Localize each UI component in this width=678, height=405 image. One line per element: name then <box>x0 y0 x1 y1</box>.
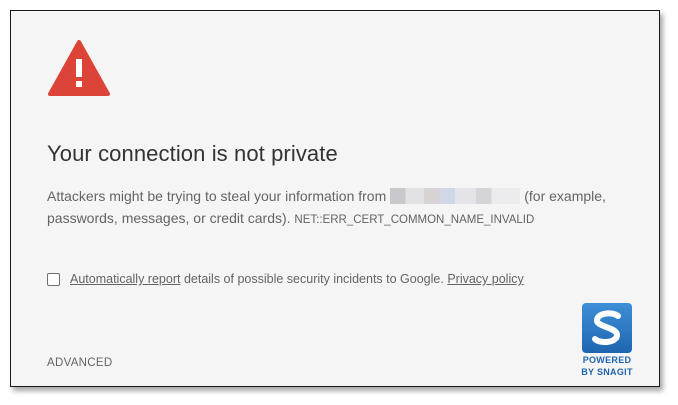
redacted-hostname <box>390 188 521 204</box>
report-checkbox[interactable] <box>47 272 60 286</box>
advanced-button[interactable]: ADVANCED <box>47 357 112 369</box>
snagit-caption-line2: BY SNAGIT <box>581 367 633 377</box>
warning-triangle-icon <box>48 40 110 96</box>
error-code: NET::ERR_CERT_COMMON_NAME_INVALID <box>294 214 535 226</box>
report-link[interactable]: Automatically report <box>70 272 180 286</box>
snagit-logo-icon <box>582 303 632 353</box>
report-text: details of possible security incidents t… <box>183 272 444 286</box>
explanation-text: Attackers might be trying to steal your … <box>47 188 387 204</box>
snagit-caption-line1: POWERED <box>582 355 632 365</box>
snagit-watermark: POWERED BY SNAGIT <box>581 303 633 377</box>
privacy-policy-link[interactable]: Privacy policy <box>447 272 523 286</box>
report-opt-in-row: Automatically report details of possible… <box>47 272 524 286</box>
interstitial-page: Your connection is not private Attackers… <box>10 10 660 387</box>
explanation-paragraph: Attackers might be trying to steal your … <box>47 185 647 231</box>
page-title: Your connection is not private <box>47 141 338 166</box>
